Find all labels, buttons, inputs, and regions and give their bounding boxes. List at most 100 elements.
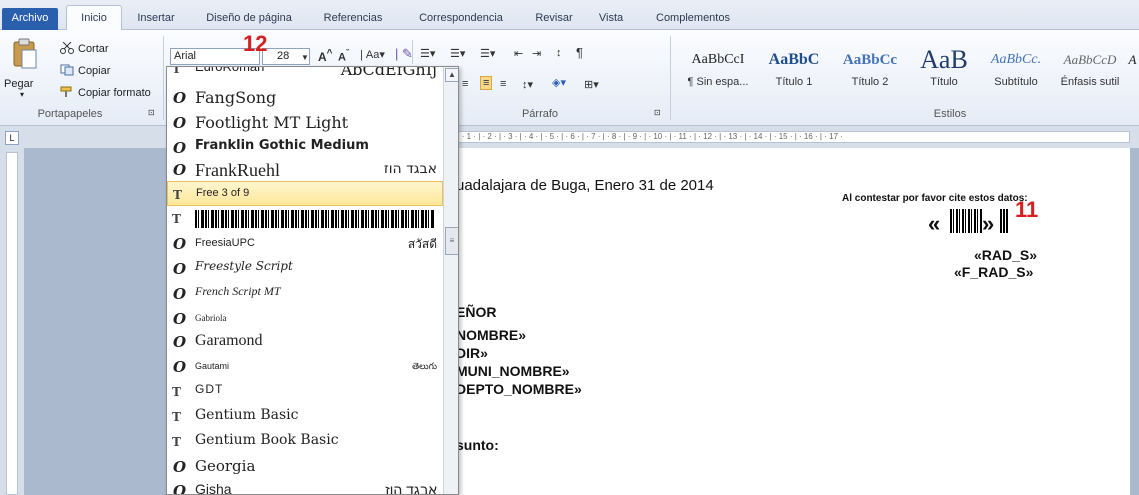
- tab-insertar[interactable]: Insertar: [130, 8, 182, 30]
- font-dropdown-list[interactable]: T EuroRoman AbCdEfGhIj O FangSong O Foot…: [166, 66, 459, 495]
- font-item-free-3-of-9[interactable]: T Free 3 of 9: [167, 181, 443, 206]
- font-item-gabriola[interactable]: O Gabriola: [167, 306, 443, 331]
- font-item-sample: אבגד הוז: [383, 161, 437, 177]
- scroll-up-icon[interactable]: ▲: [445, 68, 458, 82]
- vertical-ruler[interactable]: [6, 152, 18, 495]
- ribbon-tab-bar: Archivo Inicio Insertar Diseño de página…: [0, 0, 1139, 31]
- horizontal-ruler[interactable]: · 1 · | · 1 · | · 2 · | · 3 · | · 4 · | …: [440, 131, 1130, 143]
- style-next[interactable]: A: [1126, 44, 1139, 98]
- font-item-euroroman[interactable]: T EuroRoman AbCdEfGhIj: [167, 67, 443, 81]
- style-preview: AaBbC: [768, 51, 820, 68]
- style-enfasis-sutil[interactable]: AaBbCcD Énfasis sutil: [1052, 44, 1128, 98]
- style-preview: AaBbCc.: [990, 52, 1042, 67]
- tab-stop-selector-icon[interactable]: L: [5, 131, 19, 145]
- borders-icon[interactable]: ⊞▾: [584, 78, 599, 91]
- barcode-annotation: 11: [1015, 197, 1039, 222]
- font-item-label: Freestyle Script: [195, 259, 293, 273]
- addressee-line[interactable]: MUNI_NOMBRE»: [456, 363, 570, 379]
- paste-icon[interactable]: [10, 38, 38, 70]
- font-item-frankruehl[interactable]: O FrankRuehl אבגד הוז: [167, 157, 443, 182]
- tab-diseno-de-pagina[interactable]: Diseño de página: [194, 8, 304, 30]
- style-preview: AaBbCc: [842, 52, 898, 68]
- increase-indent-icon[interactable]: ⇥: [532, 47, 541, 60]
- bullets-icon[interactable]: ☰▾: [420, 47, 435, 60]
- format-painter-button[interactable]: Copiar formato: [60, 86, 151, 99]
- tab-referencias[interactable]: Referencias: [312, 8, 394, 30]
- justify-icon[interactable]: ≡: [500, 78, 506, 90]
- numbering-icon[interactable]: ☰▾: [450, 47, 465, 60]
- center-align-icon[interactable]: ≡: [462, 78, 468, 90]
- paragraph-dialog-launcher-icon[interactable]: ⊡: [654, 108, 661, 117]
- font-item-gdt[interactable]: T GDT: [167, 379, 443, 404]
- style-titulo-2[interactable]: AaBbCc Título 2: [832, 44, 908, 98]
- truetype-font-icon: T: [173, 188, 182, 202]
- font-item-french-script-mt[interactable]: O French Script MT: [167, 281, 443, 306]
- group-separator: [163, 36, 164, 120]
- addressee-line[interactable]: EÑOR: [456, 304, 496, 320]
- group-separator: [670, 36, 671, 120]
- addressee-line[interactable]: DIR»: [456, 345, 488, 361]
- sort-icon[interactable]: ↕: [556, 47, 562, 59]
- font-item-gautami[interactable]: O Gautami తెలుగు: [167, 354, 443, 379]
- opentype-font-icon: O: [173, 235, 187, 253]
- font-item-freestyle-script[interactable]: O Freestyle Script: [167, 256, 443, 281]
- line-spacing-icon[interactable]: ↕▾: [522, 78, 533, 91]
- font-list-scrollbar[interactable]: ▲ ≡: [443, 67, 458, 494]
- font-item-fangsong[interactable]: O FangSong: [167, 85, 443, 110]
- addressee-line[interactable]: DEPTO_NOMBRE»: [456, 381, 582, 397]
- opentype-font-icon: O: [173, 114, 187, 132]
- f-rad-s-field[interactable]: «F_RAD_S»: [954, 264, 1033, 280]
- font-item-label: Free 3 of 9: [196, 187, 250, 199]
- multilevel-list-icon[interactable]: ☰▾: [480, 47, 495, 60]
- font-item-freesiaupc[interactable]: O FreesiaUPC สวัสดี: [167, 231, 443, 256]
- truetype-font-icon: T: [172, 410, 181, 424]
- scroll-thumb[interactable]: ≡: [445, 227, 458, 255]
- font-item-label: Gautami: [195, 361, 230, 371]
- document-barcode[interactable]: [950, 209, 982, 233]
- change-case-icon[interactable]: | Aa▾: [360, 48, 385, 61]
- grow-font-icon[interactable]: A^: [318, 48, 333, 64]
- style-sin-espaciado[interactable]: AaBbCcI ¶ Sin espa...: [680, 44, 756, 98]
- font-item-gentium-basic[interactable]: T Gentium Basic: [167, 404, 443, 429]
- font-item-gentium-book-basic[interactable]: T Gentium Book Basic: [167, 429, 443, 454]
- truetype-font-icon: T: [172, 385, 181, 399]
- font-item-free-3-of-9-preview[interactable]: T: [167, 206, 443, 231]
- tab-revisar[interactable]: Revisar: [528, 8, 580, 30]
- font-item-label: Footlight MT Light: [195, 113, 349, 132]
- style-titulo-1[interactable]: AaBbC Título 1: [756, 44, 832, 98]
- cut-label: Cortar: [78, 43, 109, 55]
- style-preview: A: [1128, 52, 1137, 67]
- tab-complementos[interactable]: Complementos: [646, 8, 740, 30]
- addressee-line[interactable]: NOMBRE»: [456, 327, 526, 343]
- tab-vista[interactable]: Vista: [590, 8, 632, 30]
- decrease-indent-icon[interactable]: ⇤: [514, 47, 523, 60]
- font-item-garamond[interactable]: O Garamond: [167, 329, 443, 354]
- clipboard-dialog-launcher-icon[interactable]: ⊡: [148, 108, 155, 117]
- style-titulo[interactable]: AaB Título: [906, 44, 982, 98]
- paste-button[interactable]: Pegar: [4, 78, 33, 90]
- font-list: T EuroRoman AbCdEfGhIj O FangSong O Foot…: [167, 67, 443, 494]
- tab-archivo[interactable]: Archivo: [2, 8, 58, 30]
- copy-button[interactable]: Copiar: [60, 64, 110, 77]
- cut-button[interactable]: Cortar: [60, 41, 109, 55]
- shrink-font-icon[interactable]: Aˇ: [338, 48, 349, 64]
- font-item-georgia[interactable]: O Georgia: [167, 454, 443, 479]
- cite-notice[interactable]: Al contestar por favor cite estos datos:: [842, 193, 1028, 204]
- font-item-footlight-mt-light[interactable]: O Footlight MT Light: [167, 110, 443, 135]
- clear-formatting-icon[interactable]: | ✎: [395, 46, 413, 62]
- tab-inicio[interactable]: Inicio: [66, 5, 122, 31]
- font-item-gisha[interactable]: O Gisha אבגד הוז: [167, 478, 443, 494]
- opentype-font-icon: O: [173, 358, 187, 376]
- style-subtitulo[interactable]: AaBbCc. Subtítulo: [978, 44, 1054, 98]
- align-right-icon[interactable]: ≡: [480, 76, 493, 90]
- paste-dropdown-icon[interactable]: ▾: [20, 90, 24, 99]
- date-line[interactable]: uadalajara de Buga, Enero 31 de 2014: [456, 177, 714, 194]
- styles-group-label: Estilos: [933, 108, 967, 120]
- font-size-dropdown-icon[interactable]: ▼: [301, 53, 309, 62]
- rad-s-field[interactable]: «RAD_S»: [974, 247, 1037, 263]
- tab-correspondencia[interactable]: Correspondencia: [402, 8, 520, 30]
- subject-label[interactable]: sunto:: [456, 437, 499, 453]
- opentype-font-icon: O: [173, 260, 187, 278]
- shading-icon[interactable]: ◈▾: [552, 76, 566, 89]
- show-marks-icon[interactable]: ¶: [576, 45, 583, 60]
